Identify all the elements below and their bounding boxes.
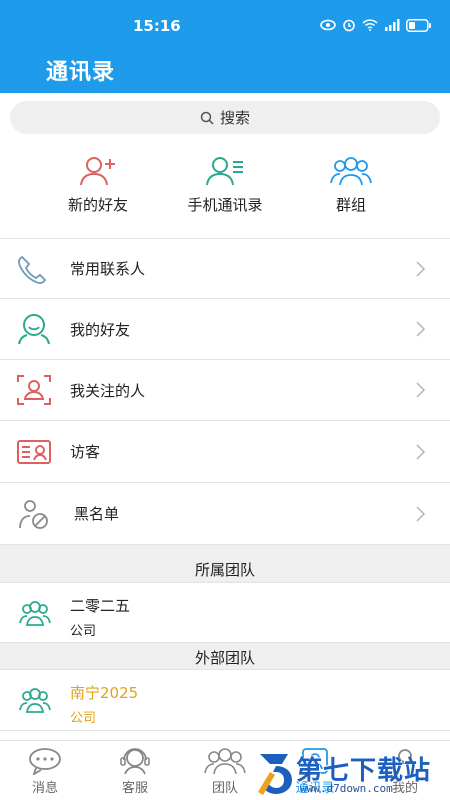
- tab-messages[interactable]: 消息: [0, 747, 90, 796]
- watermark-url: www.d7down.com: [300, 782, 393, 795]
- team-tab-icon: [204, 748, 246, 775]
- team-type: 公司: [70, 624, 97, 639]
- quick-label: 新的好友: [67, 196, 128, 214]
- follow-icon: [17, 375, 51, 405]
- visitor-card-icon: [17, 439, 51, 464]
- headset-icon: [120, 748, 150, 775]
- menu-item-frequent-contacts[interactable]: 常用联系人: [0, 238, 450, 298]
- wifi-icon: [362, 19, 378, 31]
- quick-label: 手机通讯录: [187, 196, 263, 214]
- friends-icon: [18, 314, 50, 345]
- page-title: 通讯录: [46, 60, 116, 85]
- search-icon: [200, 111, 214, 125]
- status-icons: [320, 18, 432, 32]
- tab-customer-service[interactable]: 客服: [90, 747, 180, 796]
- watermark-logo-icon: [258, 754, 292, 795]
- chevron-right-icon: [416, 260, 426, 277]
- section-header-external-team: 外部团队: [0, 642, 450, 669]
- menu-item-my-friends[interactable]: 我的好友: [0, 298, 450, 359]
- menu-item-label: 访客: [70, 443, 101, 461]
- tab-label: 消息: [31, 781, 58, 796]
- alarm-icon: [343, 19, 355, 32]
- team-row[interactable]: 南宁2025 公司: [0, 669, 450, 731]
- search-bar[interactable]: 搜索: [10, 101, 440, 134]
- quick-phone-contacts[interactable]: 手机通讯录: [165, 155, 285, 215]
- menu-item-blacklist[interactable]: 黑名单: [0, 482, 450, 544]
- section-header-own-team: 所属团队: [0, 544, 450, 582]
- signal-icon: [385, 19, 400, 31]
- menu-item-label: 常用联系人: [70, 260, 146, 278]
- quick-new-friends[interactable]: 新的好友: [38, 155, 158, 215]
- chevron-right-icon: [416, 505, 426, 522]
- chevron-right-icon: [416, 443, 426, 460]
- quick-label: 群组: [335, 196, 366, 214]
- quick-groups[interactable]: 群组: [291, 155, 411, 215]
- status-time: 15:16: [133, 17, 181, 35]
- phone-icon: [18, 255, 47, 284]
- battery-icon: [406, 18, 431, 32]
- menu-item-label: 黑名单: [74, 505, 120, 523]
- team-name: 二零二五: [70, 597, 131, 615]
- site-watermark: 第七下载站 www.d7down.com: [256, 746, 446, 800]
- status-bar: 15:16: [0, 12, 450, 42]
- menu-item-visitors[interactable]: 访客: [0, 420, 450, 482]
- team-type: 公司: [70, 711, 97, 726]
- tab-label: 客服: [121, 781, 148, 796]
- chevron-right-icon: [416, 321, 426, 337]
- team-icon: [19, 601, 51, 626]
- phone-contacts-icon: [206, 157, 243, 186]
- menu-item-label: 我的好友: [70, 320, 131, 339]
- chat-bubble-icon: [29, 748, 61, 775]
- app-header: 15:16 通讯录: [0, 0, 450, 93]
- team-row[interactable]: 二零二五 公司: [0, 582, 450, 642]
- menu-item-following[interactable]: 我关注的人: [0, 359, 450, 420]
- group-icon: [330, 157, 372, 186]
- team-icon: [19, 688, 51, 713]
- search-label: 搜索: [219, 109, 250, 127]
- add-friend-icon: [80, 157, 115, 186]
- blacklist-icon: [19, 499, 48, 529]
- chevron-right-icon: [416, 382, 426, 398]
- eye-icon: [320, 19, 336, 31]
- team-name: 南宁2025: [70, 684, 139, 702]
- menu-item-label: 我关注的人: [70, 381, 146, 400]
